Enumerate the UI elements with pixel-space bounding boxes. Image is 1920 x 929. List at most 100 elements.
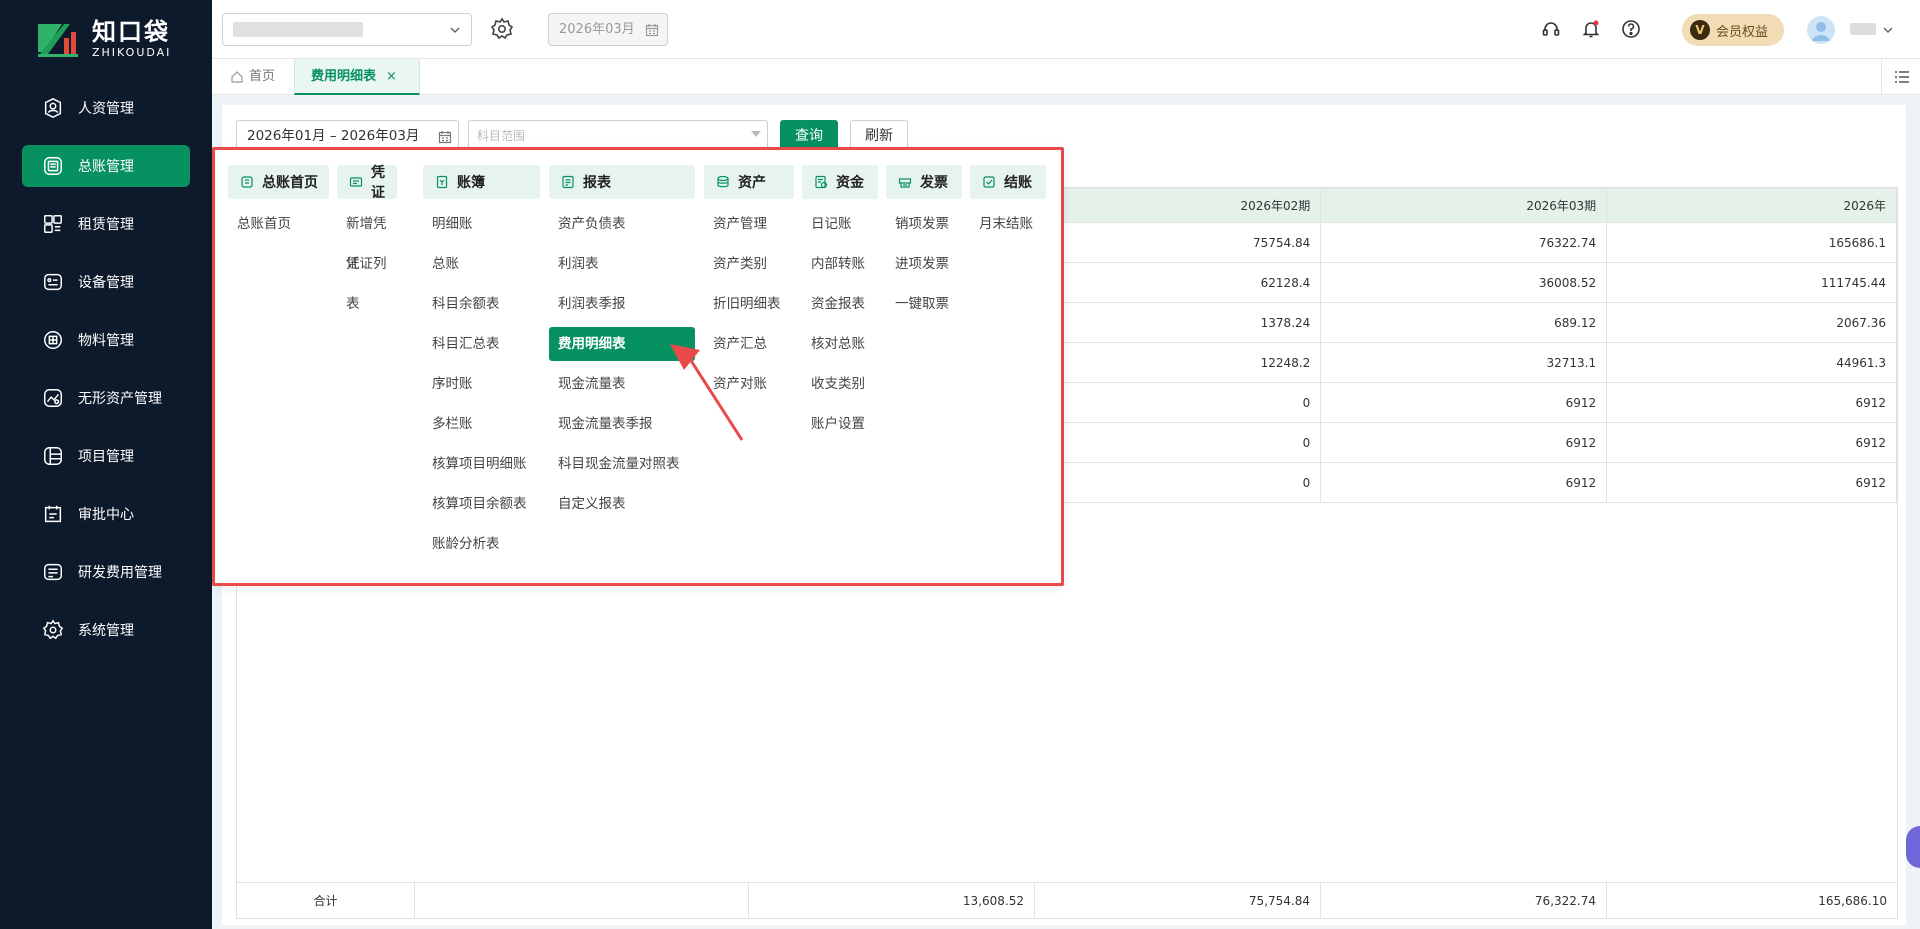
menu-item-detail-ledger[interactable]: 明细账: [423, 204, 540, 244]
menu-column-title: 资金: [802, 165, 878, 199]
table-cell: 165686.1: [1606, 222, 1897, 263]
menu-item-cash-journal[interactable]: 日记账: [802, 204, 878, 244]
menu-column-title: 资产: [704, 165, 794, 199]
total-cell: 13,608.52: [749, 883, 1035, 919]
sidebar-item-hr[interactable]: 人资管理: [22, 87, 190, 129]
lease-icon: [44, 215, 62, 233]
menu-item-output-invoice[interactable]: 销项发票: [886, 204, 962, 244]
menu-item-income-quarterly[interactable]: 利润表季报: [549, 284, 695, 324]
sidebar-item-ledger[interactable]: 总账管理: [22, 145, 190, 187]
approval-icon: [44, 505, 62, 523]
menu-column-title: 报表: [549, 165, 695, 199]
menu-item-one-click-fetch[interactable]: 一键取票: [886, 284, 962, 324]
chevron-down-icon[interactable]: [1882, 25, 1894, 35]
headset-icon[interactable]: [1541, 19, 1561, 39]
brand-name-en: ZHIKOUDAI: [92, 46, 172, 59]
help-icon[interactable]: [1621, 19, 1641, 39]
menu-item-income-expense-category[interactable]: 收支类别: [802, 364, 878, 404]
header-cell[interactable]: 2026年: [1606, 188, 1897, 223]
menu-item-custom-report[interactable]: 自定义报表: [549, 484, 695, 524]
tab-bar: 首页 费用明细表 ×: [212, 59, 1920, 95]
menu-item-income-statement[interactable]: 利润表: [549, 244, 695, 284]
menu-item-general-ledger[interactable]: 总账: [423, 244, 540, 284]
menu-column-title: 凭证: [337, 165, 397, 201]
company-name-redacted: [233, 22, 363, 37]
table-cell: 6912: [1606, 422, 1897, 463]
menu-item-balance-sheet[interactable]: 资产负债表: [549, 204, 695, 244]
menu-column-title: 发票: [886, 165, 962, 199]
total-label: 合计: [237, 883, 415, 919]
table-cell: 36008.52: [1320, 262, 1608, 303]
menu-item-account-summary[interactable]: 科目汇总表: [423, 324, 540, 364]
table-cell: 0: [1034, 382, 1322, 423]
bell-icon[interactable]: [1581, 19, 1601, 39]
menu-item-journal[interactable]: 序时账: [423, 364, 540, 404]
chat-widget-icon[interactable]: [1906, 826, 1920, 868]
settings-icon: [42, 619, 64, 640]
tab-home-label: 首页: [249, 69, 276, 84]
header-cell[interactable]: 2026年02期: [1034, 188, 1322, 223]
avatar[interactable]: [1807, 16, 1835, 44]
menu-item-account-settings[interactable]: 账户设置: [802, 404, 878, 444]
tab-expense-detail[interactable]: 费用明细表 ×: [294, 59, 420, 95]
company-select[interactable]: [222, 13, 472, 46]
menu-item-aux-balance[interactable]: 核算项目余额表: [423, 484, 540, 524]
header-cell[interactable]: 2026年03期: [1320, 188, 1608, 223]
logo-mark-icon: [36, 18, 82, 60]
menu-item-account-cash-flow[interactable]: 科目现金流量对照表: [549, 444, 695, 484]
menu-item-asset-manage[interactable]: 资产管理: [704, 204, 794, 244]
account-range-placeholder: 科目范围: [477, 129, 526, 143]
sidebar-item-lease[interactable]: 租赁管理: [22, 203, 190, 245]
gear-icon[interactable]: [490, 17, 514, 41]
table-cell: 6912: [1606, 462, 1897, 503]
sidebar-item-device[interactable]: 设备管理: [22, 261, 190, 303]
menu-item-ledger-home[interactable]: 总账首页: [228, 204, 329, 244]
total-cell: 75,754.84: [1035, 883, 1321, 919]
sidebar-item-system[interactable]: 系统管理: [22, 609, 190, 651]
menu-item-input-invoice[interactable]: 进项发票: [886, 244, 962, 284]
closing-icon: [983, 176, 995, 188]
menu-column-title: 账簿: [423, 165, 540, 199]
project-icon: [44, 447, 62, 465]
tab-home[interactable]: 首页: [230, 59, 275, 95]
menu-item-aux-detail[interactable]: 核算项目明细账: [423, 444, 540, 484]
period-picker[interactable]: 2026年03月: [548, 13, 668, 46]
total-cell: 76,322.74: [1321, 883, 1607, 919]
vip-label: 会员权益: [1716, 24, 1769, 40]
sidebar-item-project[interactable]: 项目管理: [22, 435, 190, 477]
tab-divider: [1881, 59, 1882, 95]
menu-item-fund-report[interactable]: 资金报表: [802, 284, 878, 324]
close-icon[interactable]: ×: [386, 69, 397, 84]
funds-icon: [815, 175, 828, 189]
list-icon[interactable]: [1894, 69, 1910, 85]
sidebar-item-rnd[interactable]: 研发费用管理: [22, 551, 190, 593]
sidebar-item-material[interactable]: 物料管理: [22, 319, 190, 361]
menu-item-check-ledger[interactable]: 核对总账: [802, 324, 878, 364]
menu-item-new-voucher[interactable]: 新增凭证: [337, 204, 397, 272]
menu-item-voucher-list[interactable]: 凭证列表: [337, 244, 397, 312]
vip-badge-icon: V: [1690, 20, 1710, 40]
sidebar-item-label: 总账管理: [78, 159, 134, 175]
sidebar-item-approval[interactable]: 审批中心: [22, 493, 190, 535]
user-name-redacted[interactable]: [1850, 23, 1876, 35]
menu-column-voucher: 凭证 新增凭证 凭证列表: [337, 165, 397, 312]
sidebar-item-intangible[interactable]: 无形资产管理: [22, 377, 190, 419]
menu-item-asset-category[interactable]: 资产类别: [704, 244, 794, 284]
table-cell: 2067.36: [1606, 302, 1897, 343]
vip-benefits-button[interactable]: V 会员权益: [1682, 14, 1784, 46]
menu-item-month-end-close[interactable]: 月末结账: [970, 204, 1046, 244]
menu-item-account-balance[interactable]: 科目余额表: [423, 284, 540, 324]
menu-item-aging[interactable]: 账龄分析表: [423, 524, 540, 564]
home-ledger-icon: [241, 176, 253, 188]
sidebar-item-label: 物料管理: [78, 333, 134, 349]
table-cell: 6912: [1606, 382, 1897, 423]
menu-item-depreciation[interactable]: 折旧明细表: [704, 284, 794, 324]
period-value: 2026年03月: [559, 22, 635, 37]
menu-column-books: 账簿 明细账 总账 科目余额表 科目汇总表 序时账 多栏账 核算项目明细账 核算…: [423, 165, 540, 564]
total-cell: 165,686.10: [1818, 894, 1887, 908]
logo[interactable]: 知口袋 ZHIKOUDAI: [36, 18, 171, 60]
menu-item-multi-column[interactable]: 多栏账: [423, 404, 540, 444]
menu-item-internal-transfer[interactable]: 内部转账: [802, 244, 878, 284]
sidebar-item-label: 审批中心: [78, 507, 134, 523]
menu-column-title: 结账: [970, 165, 1046, 199]
